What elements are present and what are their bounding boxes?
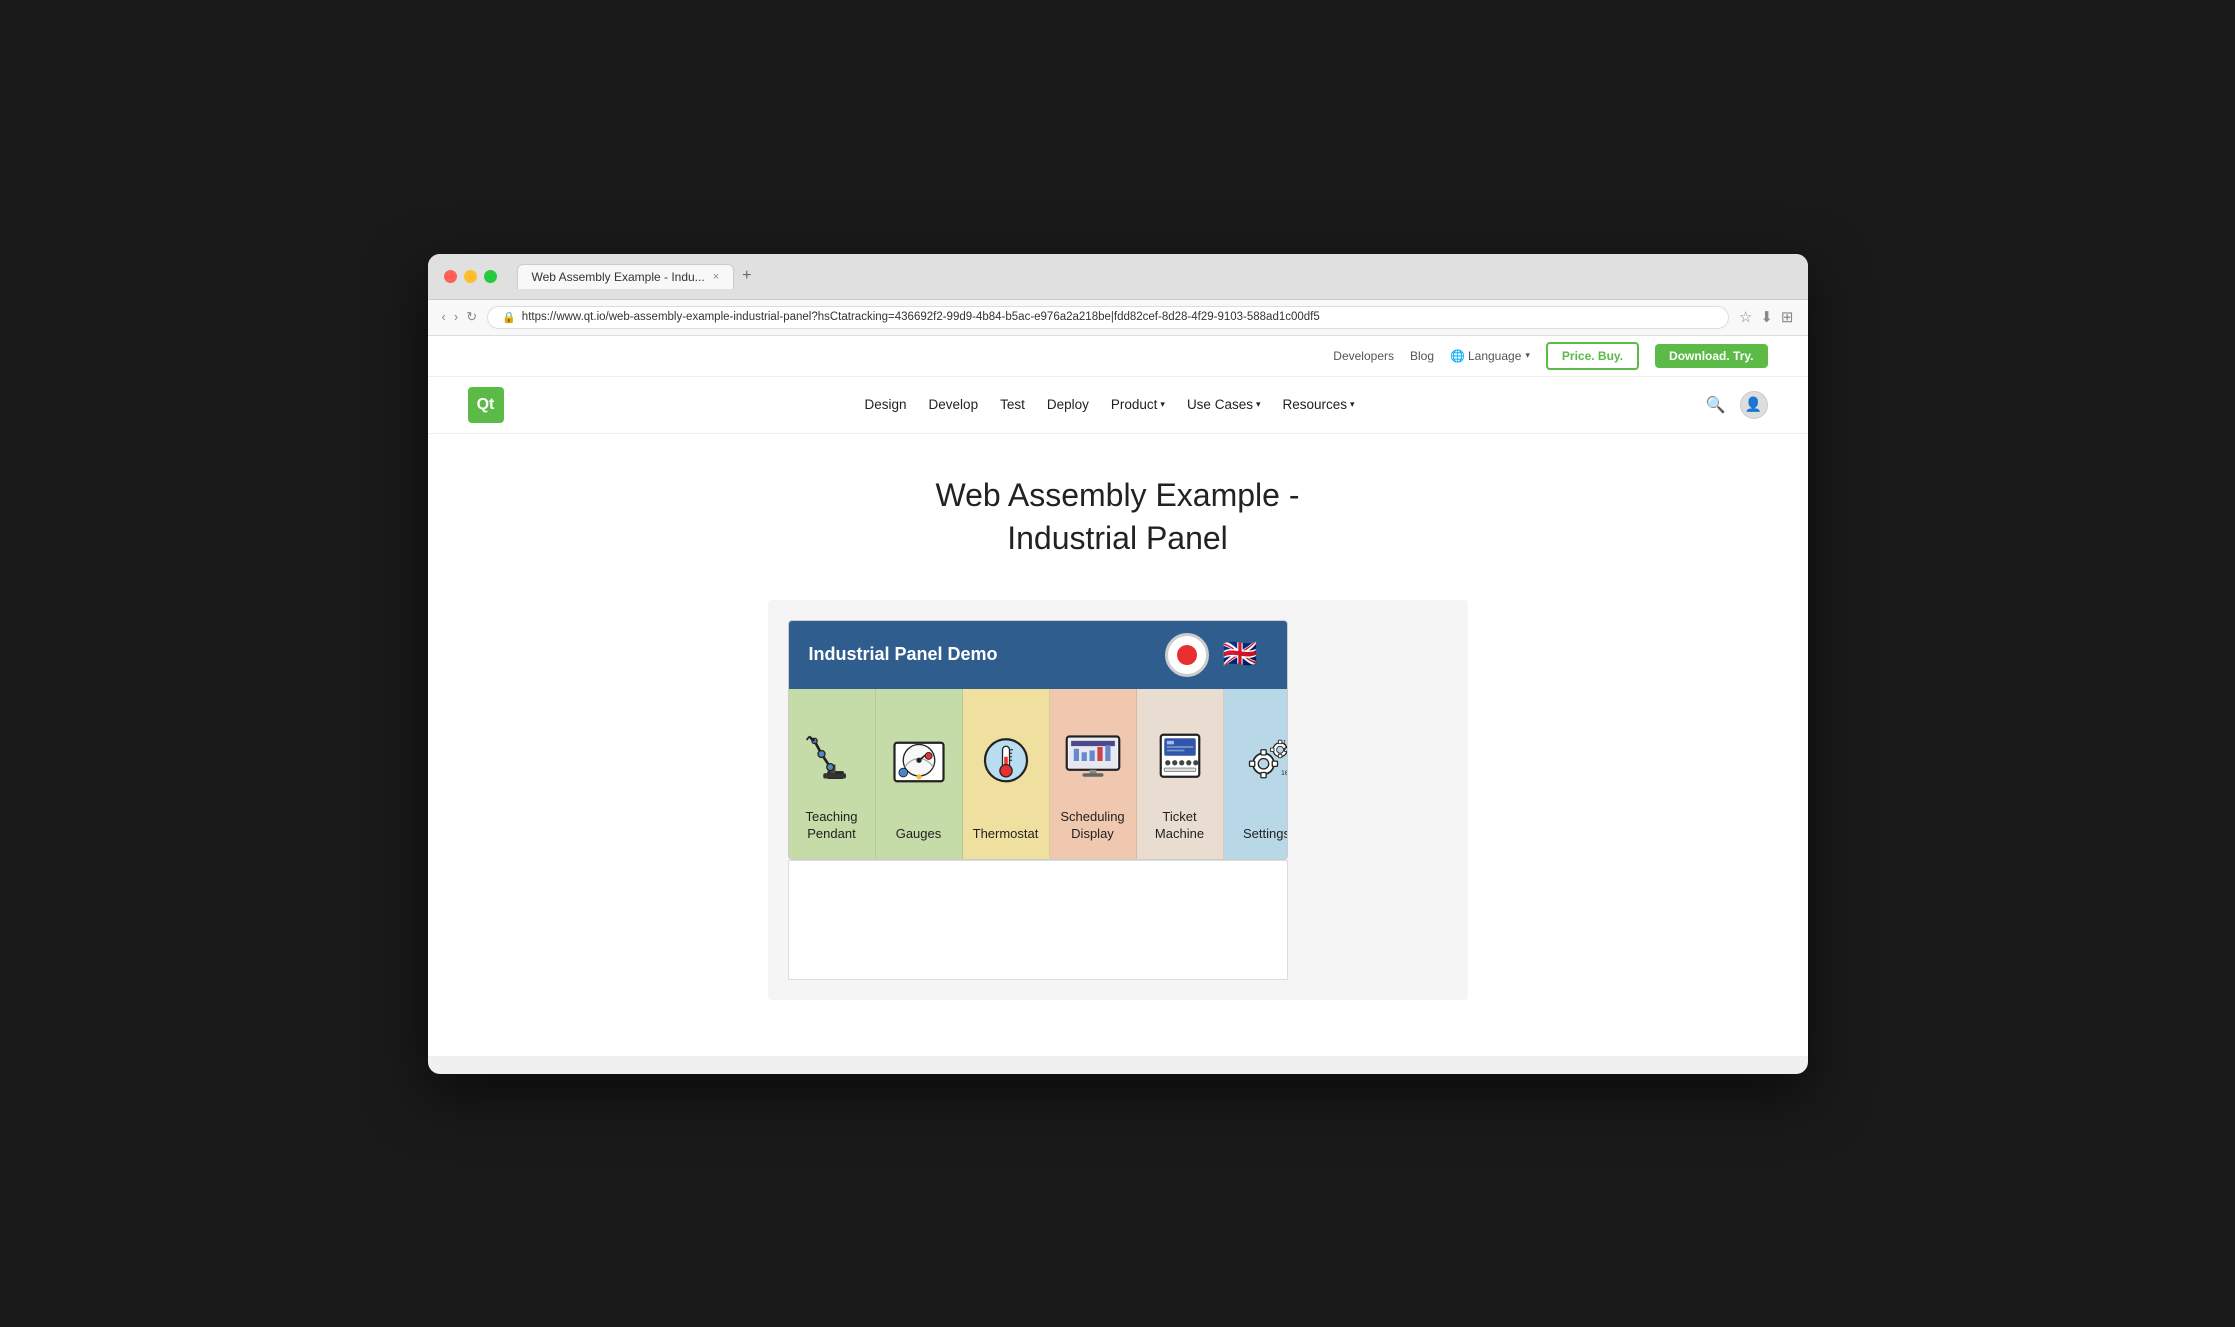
url-bar[interactable]: 🔒 https://www.qt.io/web-assembly-example… bbox=[487, 306, 1729, 329]
thermostat-icon bbox=[971, 727, 1041, 797]
qt-nav-right: 🔍 👤 bbox=[1706, 391, 1768, 419]
gauges-icon bbox=[884, 727, 954, 797]
nav-product[interactable]: Product ▾ bbox=[1111, 397, 1165, 412]
record-button[interactable] bbox=[1165, 633, 1209, 677]
svg-text:1010: 1010 bbox=[1281, 770, 1288, 777]
language-flag[interactable]: 🇬🇧 bbox=[1223, 640, 1267, 670]
close-button[interactable] bbox=[444, 270, 457, 283]
gauges-icon-area bbox=[884, 709, 954, 816]
scheduling-display-icon-area bbox=[1058, 709, 1128, 799]
settings-icon-area: 110 01 1010 bbox=[1232, 709, 1288, 816]
panel-controls: 🇬🇧 bbox=[1165, 633, 1267, 677]
page-title: Web Assembly Example - Industrial Panel bbox=[936, 474, 1300, 560]
settings-icon: 110 01 1010 bbox=[1232, 727, 1288, 797]
download-try-button[interactable]: Download. Try. bbox=[1655, 344, 1767, 368]
language-selector[interactable]: 🌐 Language ▾ bbox=[1450, 349, 1530, 363]
developers-link[interactable]: Developers bbox=[1333, 349, 1394, 363]
nav-develop[interactable]: Develop bbox=[929, 397, 979, 412]
new-tab-button[interactable]: + bbox=[742, 267, 751, 285]
forward-button[interactable]: › bbox=[454, 309, 458, 325]
qt-topbar: Developers Blog 🌐 Language ▾ Price. Buy.… bbox=[428, 336, 1808, 377]
teaching-pendant-label: TeachingPendant bbox=[805, 809, 857, 843]
ticket-machine-icon-area bbox=[1145, 709, 1215, 799]
nav-buttons: ‹ › ↻ bbox=[442, 309, 478, 325]
extensions-icon[interactable]: ⊞ bbox=[1781, 308, 1794, 326]
record-icon bbox=[1177, 645, 1197, 665]
resources-dropdown-arrow: ▾ bbox=[1350, 399, 1355, 410]
thermostat-icon-area bbox=[971, 709, 1041, 816]
product-dropdown-arrow: ▾ bbox=[1160, 399, 1165, 410]
panel-cell-thermostat[interactable]: Thermostat bbox=[963, 689, 1050, 859]
title-bar: Web Assembly Example - Indu... × + bbox=[428, 254, 1808, 300]
page-title-line1: Web Assembly Example - bbox=[936, 477, 1300, 513]
reload-button[interactable]: ↻ bbox=[466, 309, 477, 325]
ticket-machine-icon bbox=[1145, 719, 1215, 789]
settings-label: Settings bbox=[1243, 826, 1288, 843]
download-icon[interactable]: ⬇ bbox=[1760, 308, 1773, 326]
tab-close-button[interactable]: × bbox=[713, 271, 719, 283]
url-text: https://www.qt.io/web-assembly-example-i… bbox=[522, 311, 1714, 323]
thermostat-label: Thermostat bbox=[973, 826, 1039, 843]
use-cases-dropdown-arrow: ▾ bbox=[1256, 399, 1261, 410]
panel-header: Industrial Panel Demo 🇬🇧 bbox=[789, 621, 1287, 689]
search-icon[interactable]: 🔍 bbox=[1706, 395, 1726, 415]
demo-container: Industrial Panel Demo 🇬🇧 bbox=[768, 600, 1468, 1000]
address-bar: ‹ › ↻ 🔒 https://www.qt.io/web-assembly-e… bbox=[428, 300, 1808, 336]
price-buy-button[interactable]: Price. Buy. bbox=[1546, 342, 1639, 370]
nav-test[interactable]: Test bbox=[1000, 397, 1025, 412]
lock-icon: 🔒 bbox=[502, 311, 516, 324]
scheduling-display-icon bbox=[1058, 719, 1128, 789]
panel-cell-gauges[interactable]: Gauges bbox=[876, 689, 963, 859]
panel-cell-settings[interactable]: 110 01 1010 Settings bbox=[1224, 689, 1288, 859]
language-dropdown-arrow: ▾ bbox=[1525, 350, 1530, 361]
bookmark-icon[interactable]: ☆ bbox=[1739, 308, 1752, 326]
panel-grid: TeachingPendant bbox=[789, 689, 1287, 859]
blog-link[interactable]: Blog bbox=[1410, 349, 1434, 363]
panel-cell-ticket-machine[interactable]: TicketMachine bbox=[1137, 689, 1224, 859]
traffic-lights bbox=[444, 270, 497, 283]
qt-navbar: Qt Design Develop Test Deploy Product ▾ … bbox=[428, 377, 1808, 434]
user-account-icon[interactable]: 👤 bbox=[1740, 391, 1768, 419]
scheduling-display-label: SchedulingDisplay bbox=[1060, 809, 1124, 843]
gauges-label: Gauges bbox=[896, 826, 942, 843]
ticket-machine-label: TicketMachine bbox=[1155, 809, 1204, 843]
nav-design[interactable]: Design bbox=[865, 397, 907, 412]
active-tab[interactable]: Web Assembly Example - Indu... × bbox=[517, 264, 735, 289]
page-title-line2: Industrial Panel bbox=[1007, 520, 1228, 556]
browser-actions: ☆ ⬇ ⊞ bbox=[1739, 308, 1794, 326]
industrial-panel-demo: Industrial Panel Demo 🇬🇧 bbox=[788, 620, 1288, 860]
language-label: Language bbox=[1468, 349, 1521, 363]
panel-cell-scheduling-display[interactable]: SchedulingDisplay bbox=[1050, 689, 1137, 859]
below-panel-area bbox=[788, 860, 1288, 980]
svg-text:01: 01 bbox=[1284, 746, 1288, 753]
teaching-pendant-icon-area bbox=[797, 709, 867, 799]
teaching-pendant-icon bbox=[797, 719, 867, 789]
website-content: Developers Blog 🌐 Language ▾ Price. Buy.… bbox=[428, 336, 1808, 1056]
back-button[interactable]: ‹ bbox=[442, 309, 446, 325]
panel-cell-teaching-pendant[interactable]: TeachingPendant bbox=[789, 689, 876, 859]
nav-resources[interactable]: Resources ▾ bbox=[1283, 397, 1355, 412]
minimize-button[interactable] bbox=[464, 270, 477, 283]
nav-deploy[interactable]: Deploy bbox=[1047, 397, 1089, 412]
nav-use-cases[interactable]: Use Cases ▾ bbox=[1187, 397, 1261, 412]
tab-title: Web Assembly Example - Indu... bbox=[532, 270, 705, 284]
tab-bar: Web Assembly Example - Indu... × + bbox=[517, 264, 1792, 289]
panel-header-title: Industrial Panel Demo bbox=[809, 644, 998, 665]
qt-logo[interactable]: Qt bbox=[468, 387, 504, 423]
qt-nav-links: Design Develop Test Deploy Product ▾ Use… bbox=[544, 397, 1676, 412]
globe-icon: 🌐 bbox=[1450, 349, 1465, 363]
maximize-button[interactable] bbox=[484, 270, 497, 283]
main-content: Web Assembly Example - Industrial Panel … bbox=[428, 434, 1808, 1020]
